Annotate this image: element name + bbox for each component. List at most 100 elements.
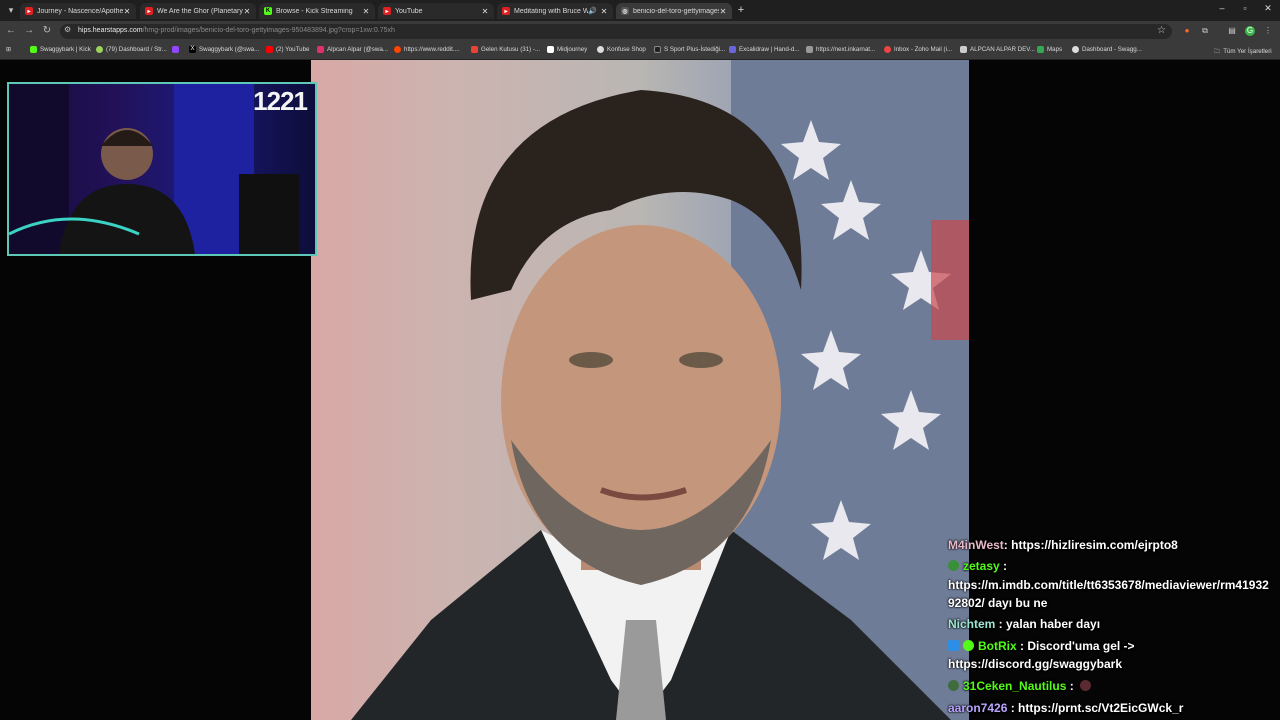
zoho-mail-icon	[884, 46, 891, 53]
tab-ghor[interactable]: ▸ We Are the Ghor (Planetary Annihilatio…	[140, 3, 256, 19]
bookmark-item[interactable]: Alpcan Alpar (@swa...	[317, 46, 388, 53]
extension-icon[interactable]: ●	[1182, 26, 1192, 36]
flag-stripe	[931, 220, 969, 340]
all-bookmarks[interactable]: 🗀 Tüm Yer İşaretleri	[1214, 46, 1272, 57]
bookmark-item[interactable]: S Sport Plus-İstediği...	[654, 46, 725, 53]
youtube-icon	[266, 46, 273, 53]
tab-image[interactable]: ◎ benicio-del-toro-gettyimages-950483894…	[616, 3, 732, 19]
bookmark-label: S Sport Plus-İstediği...	[664, 46, 726, 53]
reddit-icon	[394, 46, 401, 53]
bookmark-item[interactable]: Midjourney	[547, 46, 587, 53]
bookmark-item[interactable]	[172, 46, 182, 53]
toolbar: ← → ↻ ⚙ hips.hearstapps.com/hmg-prod/ima…	[0, 21, 1280, 42]
subscriber-badge-icon	[948, 560, 959, 571]
minimize-icon[interactable]: –	[1215, 3, 1229, 13]
ssport-icon	[654, 46, 661, 53]
folder-icon: 🗀	[1214, 48, 1221, 55]
bookmark-label: ALPCAN ALPAR DEV...	[970, 46, 1035, 53]
maps-icon	[1037, 46, 1044, 53]
tab-kick[interactable]: K Browse - Kick Streaming ✕	[259, 3, 375, 19]
chat-message: aaron7426 : https://prnt.sc/Vt2EicGWck_r	[948, 699, 1183, 717]
right-eye	[679, 352, 723, 368]
extensions-puzzle-icon[interactable]: ⧉	[1200, 26, 1210, 36]
window-close-icon[interactable]: ✕	[1261, 3, 1275, 14]
tab-meditating[interactable]: ▸ Meditating with Bruce Wayne 🔊 ✕	[497, 3, 613, 19]
reload-icon[interactable]: ↻	[41, 25, 53, 36]
url-host: hips.hearstapps.com	[78, 27, 143, 34]
chat-username: zetasy	[963, 559, 1000, 573]
bookmark-item[interactable]: Inbox - Zoho Mail (i...	[884, 46, 952, 53]
gmail-icon	[471, 46, 478, 53]
displayed-image	[311, 60, 969, 720]
youtube-icon: ▸	[383, 7, 391, 15]
bot-badge-icon	[948, 640, 959, 651]
bookmark-item[interactable]: https://www.reddit....	[394, 46, 460, 53]
url-text: hips.hearstapps.com/hmg-prod/images/beni…	[78, 27, 395, 34]
all-bookmarks-label: Tüm Yer İşaretleri	[1223, 48, 1272, 55]
chat-username: BotRix	[978, 639, 1017, 653]
webcam-overlay: 1221	[7, 82, 317, 256]
chat-text: 92802/ dayı bu ne	[948, 596, 1048, 610]
chat-message-continuation: 92802/ dayı bu ne	[948, 594, 1047, 612]
chat-text: :	[999, 559, 1008, 573]
chat-message: BotRix : Discord'uma gel ->	[948, 637, 1135, 655]
close-icon[interactable]: ✕	[123, 7, 131, 16]
maximize-icon[interactable]: ▫	[1238, 3, 1252, 13]
x-icon: X	[189, 46, 196, 53]
chat-text: : yalan haber dayı	[995, 617, 1101, 631]
bookmark-label: https://www.reddit....	[404, 46, 460, 53]
speaker-icon[interactable]: 🔊	[588, 7, 597, 15]
bookmark-item[interactable]: X Swaggybark (@swa...	[189, 46, 259, 53]
globe-icon	[1072, 46, 1079, 53]
bookmark-item[interactable]: Swaggybark | Kick	[30, 46, 91, 53]
bookmark-label: Swaggybark (@swa...	[199, 46, 260, 53]
tab-strip: ▾ ▸ Journey - Nascence/Apotheosis ✕ ▸ We…	[0, 0, 1280, 21]
profile-avatar[interactable]: G	[1245, 26, 1255, 36]
chat-text: : https://prnt.sc/Vt2EicGWck_r	[1007, 701, 1184, 715]
chat-message-continuation: https://discord.gg/swaggybark	[948, 655, 1122, 673]
tab-journey[interactable]: ▸ Journey - Nascence/Apotheosis ✕	[20, 3, 136, 19]
chat-message: zetasy :	[948, 557, 1007, 575]
forward-icon[interactable]: →	[23, 25, 35, 36]
bookmark-item[interactable]: (2) YouTube	[266, 46, 309, 53]
chat-message-continuation: https://m.imdb.com/title/tt6353678/media…	[948, 576, 1269, 594]
globe-icon: ◎	[621, 7, 629, 15]
bookmark-label: Swaggybark | Kick	[40, 46, 91, 53]
close-icon[interactable]: ✕	[362, 7, 370, 16]
chat-text: https://discord.gg/swaggybark	[948, 657, 1123, 671]
back-icon[interactable]: ←	[5, 25, 17, 36]
close-icon[interactable]: ✕	[481, 7, 489, 16]
tab-search-icon[interactable]: ▾	[5, 4, 17, 16]
site-info-icon[interactable]: ⚙	[64, 25, 71, 34]
tab-title: YouTube	[395, 7, 423, 15]
youtube-icon: ▸	[502, 7, 510, 15]
emote-icon	[1079, 680, 1091, 691]
tab-title: Meditating with Bruce Wayne	[514, 7, 589, 15]
subscriber-badge-icon	[948, 680, 959, 691]
bookmark-item[interactable]: ALPCAN ALPAR DEV...	[960, 46, 1035, 53]
apps-icon[interactable]: ⊞	[6, 46, 11, 53]
chat-text: : https://hizliresim.com/ejrpto8	[1003, 538, 1178, 552]
menu-icon[interactable]: ⋮	[1263, 26, 1273, 36]
close-icon[interactable]: ✕	[600, 7, 608, 16]
address-bar[interactable]: ⚙ hips.hearstapps.com/hmg-prod/images/be…	[60, 24, 1172, 39]
new-tab-icon[interactable]: +	[735, 5, 747, 17]
tab-youtube[interactable]: ▸ YouTube ✕	[378, 3, 494, 19]
bookmark-star-icon[interactable]: ☆	[1157, 25, 1166, 36]
bookmark-item[interactable]: Excalidraw | Hand-d...	[729, 46, 799, 53]
dashboard-icon	[96, 46, 103, 53]
url-path: /hmg-prod/images/benicio-del-toro-gettyi…	[142, 27, 395, 34]
bookmark-item[interactable]: https://next.inkarnat...	[806, 46, 875, 53]
bookmark-label: Gelen Kutusu (31) -...	[481, 46, 541, 53]
bookmark-item[interactable]: Konfuse Shop	[597, 46, 646, 53]
bookmark-item[interactable]: Dashboard - Swagg...	[1072, 46, 1142, 53]
page-icon	[806, 46, 813, 53]
bookmark-label: (2) YouTube	[276, 46, 310, 53]
instagram-icon	[317, 46, 324, 53]
bookmark-item[interactable]: Gelen Kutusu (31) -...	[471, 46, 540, 53]
side-panel-icon[interactable]: ▤	[1227, 26, 1237, 36]
close-icon[interactable]: ✕	[243, 7, 251, 16]
bookmark-item[interactable]: (79) Dashboard / Str...	[96, 46, 167, 53]
bookmark-item[interactable]: Maps	[1037, 46, 1062, 53]
close-icon[interactable]: ✕	[719, 7, 727, 16]
